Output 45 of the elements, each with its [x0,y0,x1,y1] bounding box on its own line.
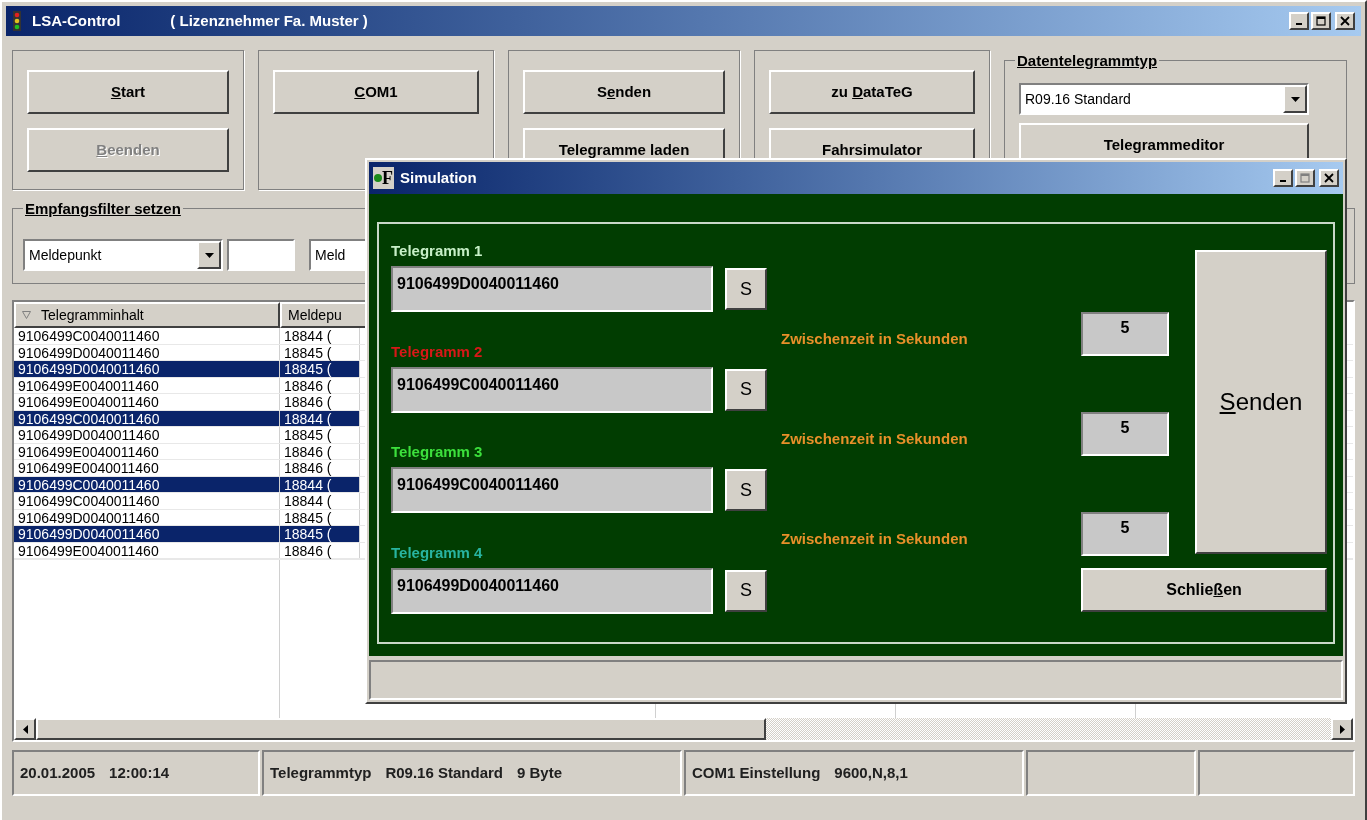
select-value: R09.16 Standard [1024,89,1132,109]
table-cell: 18845 ( [280,361,360,377]
window-subtitle: ( Lizenznehmer Fa. Muster ) [170,10,368,31]
table-cell: 18845 ( [280,427,360,443]
app-icon: F [373,167,394,189]
table-cell: 9106499E0040011460 [14,394,280,410]
table-cell: 18845 ( [280,526,360,542]
table-cell: 18846 ( [280,542,360,558]
table-cell: 9106499C0040011460 [14,328,280,344]
status-text: 12:00:14 [109,762,170,783]
status-text: 20.01.2005 [20,762,96,783]
table-cell: 9106499D0040011460 [14,526,280,542]
table-cell: 9106499C0040011460 [14,493,280,509]
telegram-label: Telegramm 4 [391,542,484,563]
select-value: Meldepunkt [28,245,103,265]
table-cell: 9106499D0040011460 [14,344,280,360]
table-cell: 9106499E0040011460 [14,377,280,393]
table-cell: 18845 ( [280,509,360,525]
table-cell: 9106499D0040011460 [14,427,280,443]
status-text: Telegrammtyp [270,762,372,783]
dialog-title: Simulation [400,167,477,188]
table-cell: 18846 ( [280,460,360,476]
table-cell: 18845 ( [280,344,360,360]
window-title: LSA-Control [32,10,121,31]
telegram-label: Telegramm 2 [391,341,484,362]
status-text: R09.16 Standard [385,762,503,783]
table-cell: 18846 ( [280,377,360,393]
table-cell: 18844 ( [280,328,360,344]
table-cell: 9106499D0040011460 [14,509,280,525]
status-text: 9 Byte [516,762,562,783]
interval-label: Zwischenzeit in Sekunden [781,428,969,449]
table-cell: 9106499D0040011460 [14,361,280,377]
table-cell: 9106499E0040011460 [14,443,280,459]
telegram-label: Telegramm 3 [391,442,484,462]
select-value: Meld [314,245,347,265]
table-cell: 18844 ( [280,493,360,509]
telegram-label: Telegramm 1 [391,241,484,261]
interval-label: Zwischenzeit in Sekunden [781,528,969,549]
interval-label: Zwischenzeit in Sekunden [781,328,969,349]
table-cell: 9106499E0040011460 [14,542,280,558]
status-text: 9600,N,8,1 [834,762,908,783]
table-cell: 18846 ( [280,394,360,410]
status-text: COM1 Einstellung [692,762,821,783]
table-cell: 9106499E0040011460 [14,460,280,476]
table-cell: 18846 ( [280,443,360,459]
